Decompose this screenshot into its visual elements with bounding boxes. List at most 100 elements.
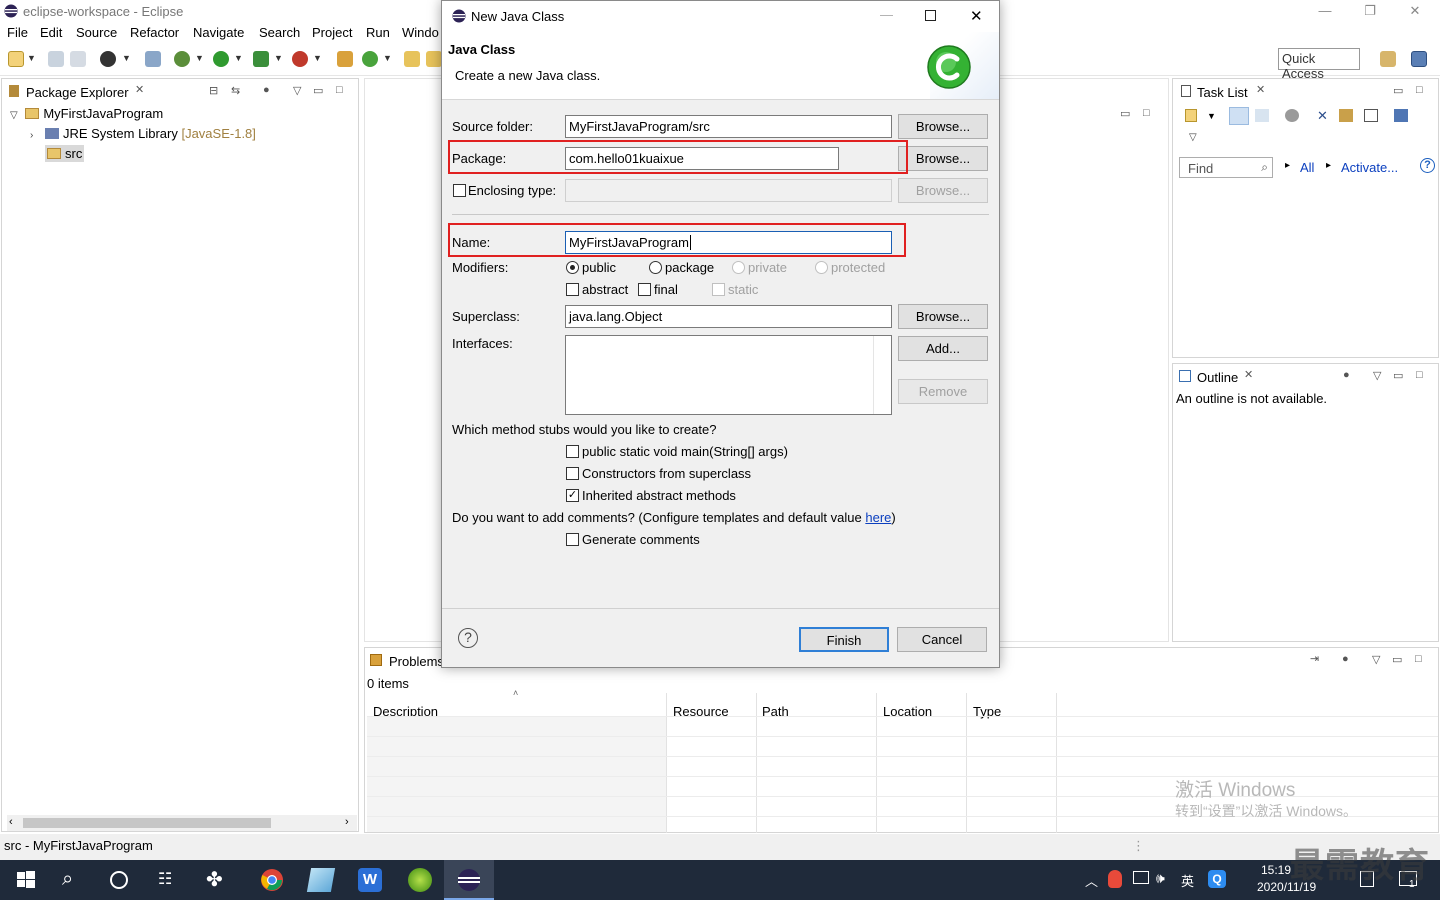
open-folder-icon[interactable] [426,51,442,67]
menu-file[interactable]: File [7,25,28,40]
scroll-left-icon[interactable]: ‹ [9,816,13,828]
save-all-icon[interactable] [70,51,86,67]
source-folder-input[interactable]: MyFirstJavaProgram/src [565,115,892,138]
scrollbar-thumb[interactable] [23,818,271,828]
menu-run[interactable]: Run [366,25,390,40]
chevron-down-icon[interactable]: ▼ [27,53,36,63]
menu-window[interactable]: Windo [402,25,439,40]
chrome-icon[interactable] [260,868,284,892]
scroll-right-icon[interactable]: › [345,816,349,828]
interfaces-list[interactable] [565,335,892,415]
stub-inherited-checkbox[interactable]: ✓ [566,489,579,502]
package-browse-button[interactable]: Browse... [898,146,988,171]
modifier-abstract-checkbox[interactable] [566,283,579,296]
search-icon[interactable]: ⌕ [62,868,86,892]
source-folder-browse-button[interactable]: Browse... [898,114,988,139]
minimize-button[interactable]: — [1302,0,1348,22]
repository-icon[interactable] [1394,109,1408,122]
help-icon[interactable]: ? [1420,158,1435,173]
eclipse-taskbar-button[interactable] [444,860,494,900]
maximize-view-icon[interactable]: □ [1416,369,1423,381]
dialog-close-button[interactable]: ✕ [970,7,983,25]
close-icon[interactable]: ✕ [135,83,144,96]
chevron-down-icon[interactable]: ▼ [313,53,322,63]
close-icon[interactable]: ✕ [1244,368,1253,381]
maximize-view-icon[interactable]: □ [336,84,343,96]
stub-main-checkbox[interactable] [566,445,579,458]
tab-package-explorer[interactable]: Package Explorer [26,85,129,100]
pin-icon[interactable]: ⇥ [1310,652,1319,665]
collapse-all-icon[interactable]: ⊟ [209,84,218,97]
generate-comments-checkbox[interactable] [566,533,579,546]
all-link[interactable]: All [1300,160,1314,175]
qq-tray-icon[interactable] [1108,870,1122,888]
external-tools-icon[interactable] [292,51,308,67]
help-icon[interactable]: ? [458,628,478,648]
superclass-input[interactable]: java.lang.Object [565,305,892,328]
tab-task-list[interactable]: Task List [1197,85,1248,100]
maximize-view-icon[interactable]: □ [1415,653,1422,665]
green-app-icon[interactable] [408,868,432,892]
categorized-icon[interactable] [1229,107,1249,125]
maximize-view-icon[interactable]: □ [1416,84,1423,96]
new-icon[interactable] [8,51,24,67]
modifier-final-checkbox[interactable] [638,283,651,296]
link-editor-icon[interactable]: ⇆ [231,84,240,97]
modifier-package-radio[interactable] [649,261,662,274]
tab-problems[interactable]: Problems [389,654,444,669]
sync-icon[interactable] [1339,109,1353,122]
task-view-icon[interactable]: ☷ [158,868,182,892]
chevron-down-icon[interactable]: ▼ [122,53,131,63]
minimize-view-icon[interactable]: ▭ [1393,369,1403,382]
notes-app-icon[interactable] [306,868,336,892]
configure-templates-link[interactable]: here [865,510,891,525]
cancel-button[interactable]: Cancel [897,627,987,652]
run-icon[interactable] [213,51,229,67]
java-perspective-icon[interactable] [1411,51,1427,67]
task-find-input[interactable]: Find ⌕ [1179,157,1273,178]
menu-search[interactable]: Search [259,25,300,40]
maximize-view-icon[interactable]: □ [1143,107,1150,119]
network-icon[interactable] [1133,871,1149,884]
superclass-browse-button[interactable]: Browse... [898,304,988,329]
windows-start-icon[interactable] [14,868,38,892]
tray-expand-icon[interactable]: ︿ [1085,871,1098,890]
wps-icon[interactable]: W [358,868,382,892]
tree-item-src[interactable]: src [45,145,85,162]
filters-icon[interactable]: ● [263,84,270,96]
focus-icon[interactable]: ● [1343,369,1350,381]
q-tray-icon[interactable]: Q [1208,870,1226,888]
close-button[interactable]: ✕ [1392,0,1438,22]
minimize-view-icon[interactable]: ▭ [1392,653,1402,666]
tree-item-jre[interactable]: › JRE System Library [JavaSE-1.8] [30,126,256,141]
view-menu-icon[interactable]: ▽ [1373,369,1381,382]
chevron-down-icon[interactable]: ▼ [234,53,243,63]
coverage-icon[interactable] [253,51,269,67]
clock-time[interactable]: 15:19 [1261,863,1291,877]
fan-app-icon[interactable]: ✤ [206,868,230,892]
open-type-icon[interactable] [404,51,420,67]
scheduled-icon[interactable] [1255,109,1269,122]
hide-icon[interactable] [1364,109,1378,122]
filter-icon[interactable]: ● [1342,653,1349,665]
horizontal-scrollbar[interactable]: ‹ › [7,815,357,831]
add-interface-button[interactable]: Add... [898,336,988,361]
stub-constructors-checkbox[interactable] [566,467,579,480]
menu-edit[interactable]: Edit [40,25,62,40]
new-java-class-icon[interactable] [362,51,378,67]
dialog-minimize-button[interactable]: — [880,7,893,22]
volume-icon[interactable]: 🕪 [1156,870,1165,887]
quick-access-input[interactable]: Quick Access [1278,48,1360,81]
new-java-package-icon[interactable] [337,51,353,67]
menu-refactor[interactable]: Refactor [130,25,179,40]
collapsed-chevron-icon[interactable]: › [30,130,33,141]
filter-icon[interactable] [1285,109,1299,122]
enclosing-type-checkbox[interactable] [453,184,466,197]
new-task-icon[interactable] [1185,109,1197,122]
tab-outline[interactable]: Outline [1197,370,1238,385]
view-menu-icon[interactable]: ▽ [1372,653,1380,666]
menu-project[interactable]: Project [312,25,352,40]
skip-breakpoints-icon[interactable] [145,51,161,67]
ime-indicator[interactable]: 英 [1181,871,1194,890]
chevron-down-icon[interactable]: ▼ [195,53,204,63]
